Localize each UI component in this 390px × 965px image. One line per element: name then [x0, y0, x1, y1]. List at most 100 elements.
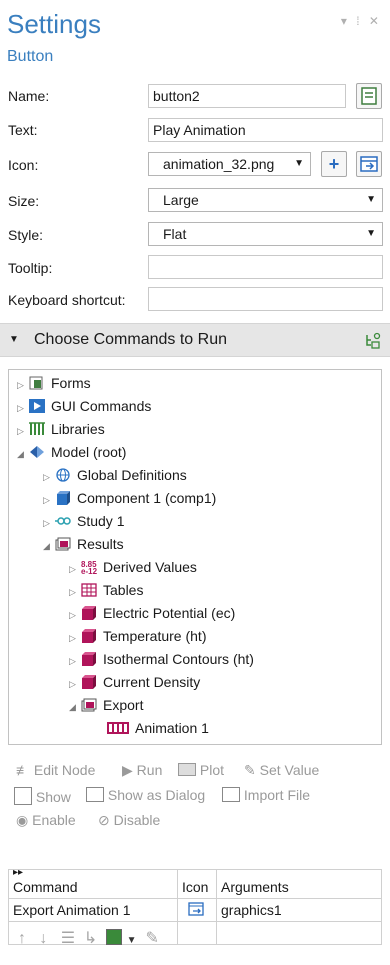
- tooltip-label: Tooltip:: [8, 260, 53, 276]
- shortcut-label: Keyboard shortcut:: [8, 292, 126, 308]
- icon-select-value: animation_32.png: [163, 156, 275, 172]
- expand-icon[interactable]: ▷: [69, 651, 81, 671]
- form-icon: [361, 87, 377, 105]
- edit-icon[interactable]: ✎: [145, 930, 158, 947]
- play-icon: [29, 399, 45, 413]
- tree-item-libraries[interactable]: ▷ Libraries: [17, 419, 105, 439]
- node-button[interactable]: [356, 83, 382, 109]
- move-up-icon[interactable]: ↑: [18, 930, 26, 947]
- size-select-value: Large: [163, 192, 199, 208]
- move-icon[interactable]: ▸▸: [13, 867, 23, 878]
- add-command-icon[interactable]: [106, 929, 123, 945]
- tree-item-current-density[interactable]: ▷ Current Density: [69, 672, 200, 692]
- tree-item-study[interactable]: ▷ Study 1: [43, 511, 124, 531]
- expand-icon[interactable]: ▷: [69, 605, 81, 625]
- collapse-icon[interactable]: ▼: [9, 334, 19, 345]
- column-header-command: Command: [13, 879, 78, 895]
- plus-icon: +: [328, 154, 340, 174]
- expand-icon[interactable]: ▷: [17, 398, 29, 418]
- results-icon: [55, 537, 71, 551]
- component-icon: [57, 491, 70, 505]
- enable-button[interactable]: ◉ Enable: [16, 812, 76, 829]
- enable-icon: ◉: [16, 812, 29, 828]
- plot-button[interactable]: Plot: [178, 762, 224, 778]
- plot-group-icon: [82, 675, 96, 689]
- window-controls[interactable]: ▾ ⁞ ✕: [341, 14, 382, 28]
- expand-icon[interactable]: ▷: [69, 674, 81, 694]
- add-icon[interactable]: ↳: [84, 930, 97, 947]
- chevron-down-icon: ▼: [294, 158, 304, 169]
- command-tree[interactable]: ▷ Forms ▷ GUI Commands ▷ Libraries ◢ Model (…: [8, 369, 382, 745]
- plot-group-icon: [82, 629, 96, 643]
- text-field[interactable]: Play Animation: [148, 118, 383, 142]
- tree-item-export[interactable]: ◢ Export: [69, 695, 143, 715]
- study-icon: [55, 517, 71, 525]
- collapse-icon[interactable]: ◢: [43, 536, 55, 556]
- cell-command[interactable]: Export Animation 1: [8, 898, 178, 922]
- expand-icon[interactable]: ▷: [69, 582, 81, 602]
- bottom-toolbar: ↑ ↓ ☰ ↳ ▼ ✎: [18, 928, 159, 948]
- set-value-icon: ✎: [244, 762, 256, 778]
- tree-item-global-definitions[interactable]: ▷ Global Definitions: [43, 465, 187, 485]
- table-row[interactable]: Export Animation 1 graphics1: [8, 898, 382, 922]
- name-field[interactable]: button2: [148, 84, 346, 108]
- run-button[interactable]: ▶ Run: [122, 762, 162, 779]
- page-title: Settings: [7, 9, 101, 39]
- tree-item-results[interactable]: ◢ Results: [43, 534, 124, 554]
- show-dialog-button[interactable]: Show as Dialog: [86, 787, 205, 803]
- show-button[interactable]: Show: [14, 787, 71, 805]
- expand-icon[interactable]: ▷: [69, 559, 81, 579]
- expand-icon[interactable]: ▷: [43, 467, 55, 487]
- expand-icon[interactable]: ▷: [17, 421, 29, 441]
- tree-item-derived-values[interactable]: ▷ 8.85 e-12 Derived Values: [69, 557, 197, 577]
- tree-item-tables[interactable]: ▷ Tables: [69, 580, 143, 600]
- plot-icon: [178, 763, 196, 776]
- import-file-button[interactable]: Import File: [222, 787, 310, 803]
- style-select[interactable]: Flat ▼: [148, 222, 383, 246]
- globe-icon: [56, 468, 70, 482]
- section-header[interactable]: ▼ Choose Commands to Run: [0, 323, 390, 357]
- icon-label: Icon:: [8, 157, 39, 173]
- checkbox-icon: [14, 787, 32, 805]
- size-label: Size:: [8, 193, 40, 209]
- chevron-down-icon[interactable]: ▼: [127, 935, 137, 946]
- expand-icon[interactable]: ▷: [69, 628, 81, 648]
- tree-item-electric-potential[interactable]: ▷ Electric Potential (ec): [69, 603, 235, 623]
- run-icon: ▶: [122, 762, 133, 778]
- add-icon-button[interactable]: +: [321, 151, 347, 177]
- size-select[interactable]: Large ▼: [148, 188, 383, 212]
- import-icon: [360, 156, 378, 172]
- tree-item-animation[interactable]: Animation 1: [107, 718, 209, 738]
- import-icon-button[interactable]: [356, 151, 382, 177]
- expand-icon[interactable]: ▷: [43, 490, 55, 510]
- set-value-button[interactable]: ✎ Set Value: [244, 762, 319, 779]
- tree-item-temperature[interactable]: ▷ Temperature (ht): [69, 626, 206, 646]
- tree-item-gui-commands[interactable]: ▷ GUI Commands: [17, 396, 151, 416]
- tree-settings-icon[interactable]: [364, 332, 382, 350]
- cell-icon[interactable]: [177, 898, 217, 922]
- tree-item-component[interactable]: ▷ Component 1 (comp1): [43, 488, 216, 508]
- move-down-icon[interactable]: ↓: [39, 930, 47, 947]
- tree-item-forms[interactable]: ▷ Forms: [17, 373, 91, 393]
- tree-item-isothermal-contours[interactable]: ▷ Isothermal Contours (ht): [69, 649, 254, 669]
- icon-select[interactable]: animation_32.png ▼: [148, 152, 311, 176]
- chevron-down-icon: ▼: [366, 194, 376, 205]
- collapse-icon[interactable]: ◢: [17, 444, 29, 464]
- tree-item-model[interactable]: ◢ Model (root): [17, 442, 126, 462]
- delete-icon[interactable]: ☰: [61, 930, 75, 947]
- expand-icon[interactable]: ▷: [17, 375, 29, 395]
- table-header-row: ▸▸ Command Icon Arguments: [8, 867, 382, 899]
- film-icon: [107, 722, 129, 734]
- disable-button[interactable]: ⊘ Disable: [98, 812, 160, 829]
- expand-icon[interactable]: ▷: [43, 513, 55, 533]
- text-label: Text:: [8, 122, 38, 138]
- page-subtitle: Button: [7, 48, 54, 65]
- tooltip-field[interactable]: [148, 255, 383, 279]
- cell-arguments[interactable]: graphics1: [216, 898, 382, 922]
- collapse-icon[interactable]: ◢: [69, 697, 81, 717]
- shortcut-field[interactable]: [148, 287, 383, 311]
- model-icon: [30, 446, 44, 458]
- section-title: Choose Commands to Run: [34, 331, 227, 348]
- import-file-icon: [222, 787, 240, 802]
- edit-node-button[interactable]: ≢ Edit Node: [16, 762, 95, 778]
